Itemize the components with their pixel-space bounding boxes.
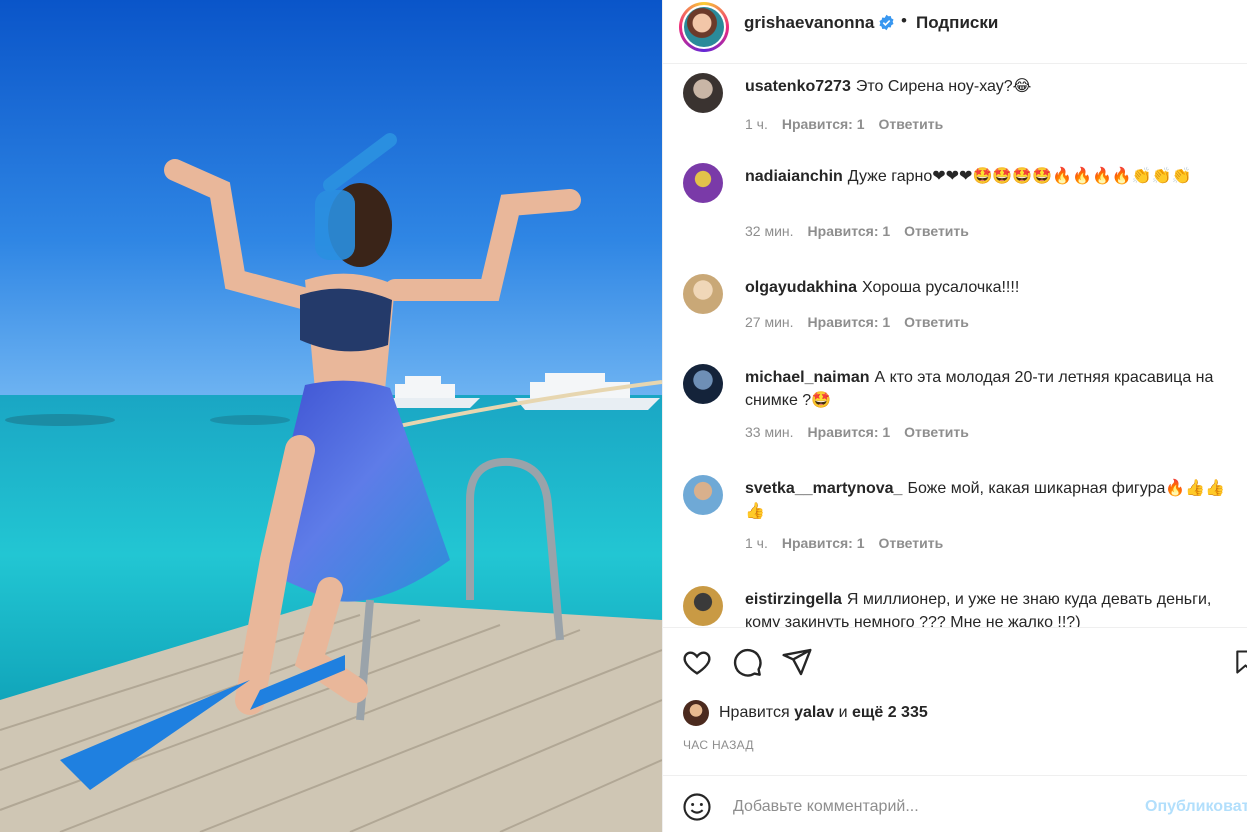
comment-username[interactable]: nadiaianchin bbox=[745, 168, 843, 185]
comment-meta: 27 мин. Нравится: 1 Ответить bbox=[745, 314, 969, 330]
comment-text: usatenko7273 Это Сирена ноу-хау?😂 bbox=[745, 75, 1235, 98]
comments-list[interactable]: usatenko7273 Это Сирена ноу-хау?😂 1 ч. Нр… bbox=[663, 65, 1247, 627]
comment-likes[interactable]: Нравится: 1 bbox=[808, 314, 891, 330]
comment-meta: 33 мин. Нравится: 1 Ответить bbox=[745, 424, 969, 440]
comment-text: svetka__martynova_ Боже мой, какая шикарн… bbox=[745, 477, 1235, 523]
reply-button[interactable]: Ответить bbox=[904, 314, 969, 330]
emoji-icon[interactable] bbox=[682, 792, 712, 822]
share-icon[interactable] bbox=[781, 646, 813, 678]
comment-meta: 32 мин. Нравится: 1 Ответить bbox=[745, 223, 969, 239]
comment-time[interactable]: 32 мин. bbox=[745, 223, 794, 239]
comment-time[interactable]: 33 мин. bbox=[745, 424, 794, 440]
comment-username[interactable]: usatenko7273 bbox=[745, 78, 851, 95]
comment-username[interactable]: eistirzingella bbox=[745, 591, 842, 608]
comment-body: Это Сирена ноу-хау?😂 bbox=[855, 78, 1032, 95]
comment-time[interactable]: 27 мин. bbox=[745, 314, 794, 330]
reply-button[interactable]: Ответить bbox=[879, 535, 944, 551]
comment-username[interactable]: michael_naiman bbox=[745, 369, 870, 386]
post-header: grishaevanonna • Подписки bbox=[663, 0, 1247, 64]
post-side-panel: grishaevanonna • Подписки usatenko7273 Эт… bbox=[662, 0, 1247, 832]
comment-input[interactable]: Добавьте комментарий... bbox=[733, 798, 919, 816]
comment-time[interactable]: 1 ч. bbox=[745, 535, 768, 551]
comment-username[interactable]: svetka__martynova_ bbox=[745, 480, 902, 497]
comment-likes[interactable]: Нравится: 1 bbox=[782, 116, 865, 132]
author-username[interactable]: grishaevanonna bbox=[744, 13, 874, 33]
comment-meta: 1 ч. Нравится: 1 Ответить bbox=[745, 535, 943, 551]
comment-username[interactable]: olgayudakhina bbox=[745, 279, 857, 296]
author-avatar[interactable] bbox=[679, 2, 729, 52]
comment-avatar[interactable] bbox=[683, 475, 723, 515]
comment-icon[interactable] bbox=[731, 646, 763, 678]
post-time[interactable]: ЧАС НАЗАД bbox=[683, 738, 754, 752]
publish-button[interactable]: Опубликовать bbox=[1145, 798, 1247, 816]
likes-count[interactable]: ещё 2 335 bbox=[852, 704, 928, 722]
heart-icon[interactable] bbox=[681, 646, 713, 678]
comment-avatar[interactable] bbox=[683, 364, 723, 404]
comment-text: eistirzingella Я миллионер, и уже не знаю… bbox=[745, 588, 1235, 627]
verified-badge-icon bbox=[879, 14, 894, 31]
likes-prefix: Нравится bbox=[719, 704, 790, 721]
comment-avatar[interactable] bbox=[683, 163, 723, 203]
comment-meta: 1 ч. Нравится: 1 Ответить bbox=[745, 116, 943, 132]
reply-button[interactable]: Ответить bbox=[904, 424, 969, 440]
likes-summary: Нравится yalav и ещё 2 335 bbox=[683, 700, 928, 726]
comment-text: michael_naiman А кто эта молодая 20-ти ле… bbox=[745, 366, 1235, 412]
post-actions bbox=[663, 627, 1247, 695]
add-comment-bar: Добавьте комментарий... Опубликовать bbox=[663, 775, 1247, 832]
comment-text: olgayudakhina Хороша русалочка!!!! bbox=[745, 276, 1235, 299]
likes-and: и bbox=[838, 704, 848, 721]
comment-likes[interactable]: Нравится: 1 bbox=[808, 223, 891, 239]
post-photo[interactable] bbox=[0, 0, 662, 832]
header-separator: • bbox=[901, 11, 907, 30]
comment-body: Хороша русалочка!!!! bbox=[862, 279, 1020, 296]
comment-body: Дуже гарно❤❤❤🤩🤩🤩🤩🔥🔥🔥🔥👏👏👏 bbox=[847, 168, 1192, 185]
following-button[interactable]: Подписки bbox=[916, 13, 998, 33]
post-image bbox=[0, 0, 662, 832]
reply-button[interactable]: Ответить bbox=[904, 223, 969, 239]
comment-likes[interactable]: Нравится: 1 bbox=[808, 424, 891, 440]
bookmark-icon[interactable] bbox=[1235, 646, 1247, 678]
comment-time[interactable]: 1 ч. bbox=[745, 116, 768, 132]
comment-text: nadiaianchin Дуже гарно❤❤❤🤩🤩🤩🤩🔥🔥🔥🔥👏👏👏 bbox=[745, 165, 1235, 188]
reply-button[interactable]: Ответить bbox=[879, 116, 944, 132]
liker-username[interactable]: yalav bbox=[794, 704, 834, 722]
comment-likes[interactable]: Нравится: 1 bbox=[782, 535, 865, 551]
liker-avatar[interactable] bbox=[683, 700, 709, 726]
comment-avatar[interactable] bbox=[683, 73, 723, 113]
comment-avatar[interactable] bbox=[683, 586, 723, 626]
comment-avatar[interactable] bbox=[683, 274, 723, 314]
